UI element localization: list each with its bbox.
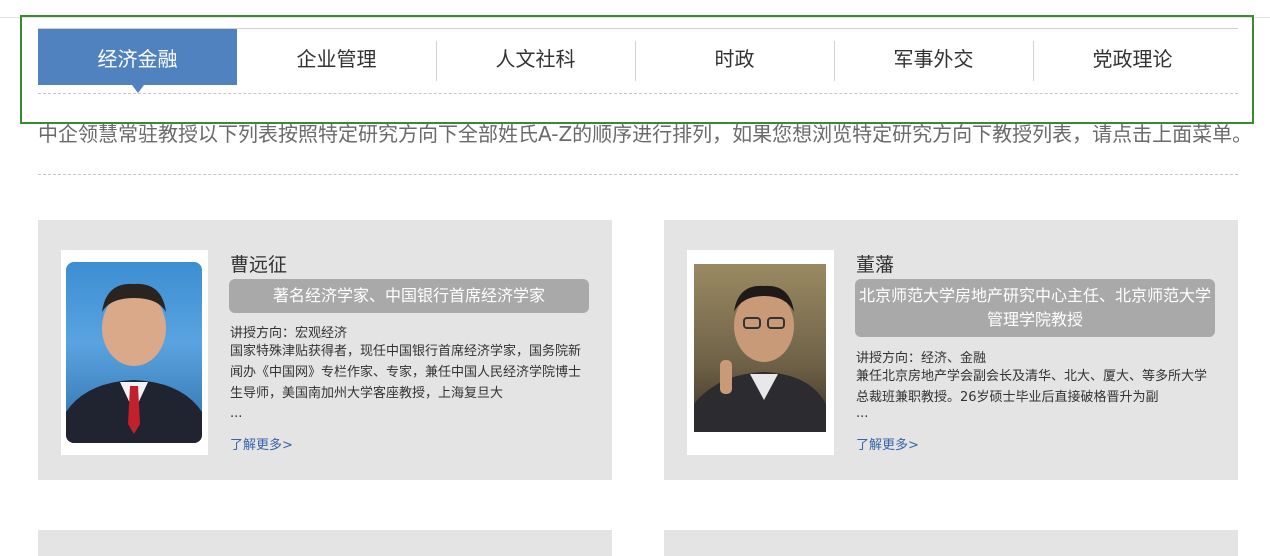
page: 经济金融 企业管理 人文社科 时政 军事外交 党政理论 中企领慧常驻教授以下列表…: [0, 0, 1270, 556]
professor-photo[interactable]: [694, 264, 826, 432]
professor-card: 董藩 北京师范大学房地产研究中心主任、北京师范大学管理学院教授 讲授方向：经济、…: [664, 220, 1238, 480]
photo-frame: [687, 250, 834, 455]
tab-party-theory[interactable]: 党政理论: [1033, 29, 1232, 85]
professor-name: 董藩: [856, 254, 895, 276]
professor-card: 曹远征 著名经济学家、中国银行首席经济学家 讲授方向：宏观经济 国家特殊津贴获得…: [38, 220, 612, 480]
ellipsis: ...: [230, 406, 243, 421]
intro-text: 中企领慧常驻教授以下列表按照特定研究方向下全部姓氏A-Z的顺序进行排列，如果您想…: [38, 122, 1253, 146]
dashed-divider: [38, 93, 1238, 94]
tab-label: 党政理论: [1092, 46, 1173, 71]
teaching-direction: 讲授方向：经济、金融: [856, 351, 987, 366]
professor-photo[interactable]: [66, 262, 202, 443]
teaching-direction: 讲授方向：宏观经济: [230, 326, 348, 341]
tab-humanities-social-sciences[interactable]: 人文社科: [436, 29, 635, 85]
professor-title-badge: 著名经济学家、中国银行首席经济学家: [229, 279, 589, 313]
professor-name: 曹远征: [230, 254, 288, 276]
learn-more-link[interactable]: 了解更多>: [230, 434, 293, 453]
tab-label: 人文社科: [495, 46, 576, 71]
tab-economy-finance[interactable]: 经济金融: [38, 29, 237, 93]
photo-frame: [61, 250, 208, 455]
tab-label: 经济金融: [97, 46, 178, 71]
portrait-icon: [66, 283, 202, 443]
top-divider: [0, 17, 1270, 18]
tab-business-management[interactable]: 企业管理: [237, 29, 436, 85]
learn-more-link[interactable]: 了解更多>: [856, 434, 919, 453]
professor-title-badge: 北京师范大学房地产研究中心主任、北京师范大学管理学院教授: [855, 279, 1215, 337]
dashed-divider: [38, 174, 1238, 175]
ellipsis: ...: [856, 406, 869, 421]
professor-card: [664, 530, 1238, 556]
tab-label: 军事外交: [893, 46, 974, 71]
tab-label: 时政: [714, 46, 755, 71]
professor-description: 兼任北京房地产学会副会长及清华、北大、厦大、等多所大学总裁班兼职教授。26岁硕士…: [856, 369, 1208, 405]
professor-description: 国家特殊津贴获得者，现任中国银行首席经济学家，国务院新闻办《中国网》专栏作家、专…: [230, 344, 582, 401]
tab-label: 企业管理: [296, 46, 377, 71]
portrait-icon: [694, 285, 826, 432]
category-tabs: 经济金融 企业管理 人文社科 时政 军事外交 党政理论: [38, 28, 1238, 93]
tab-military-diplomacy[interactable]: 军事外交: [834, 29, 1033, 85]
professor-card: [38, 530, 612, 556]
tab-current-affairs[interactable]: 时政: [635, 29, 834, 85]
